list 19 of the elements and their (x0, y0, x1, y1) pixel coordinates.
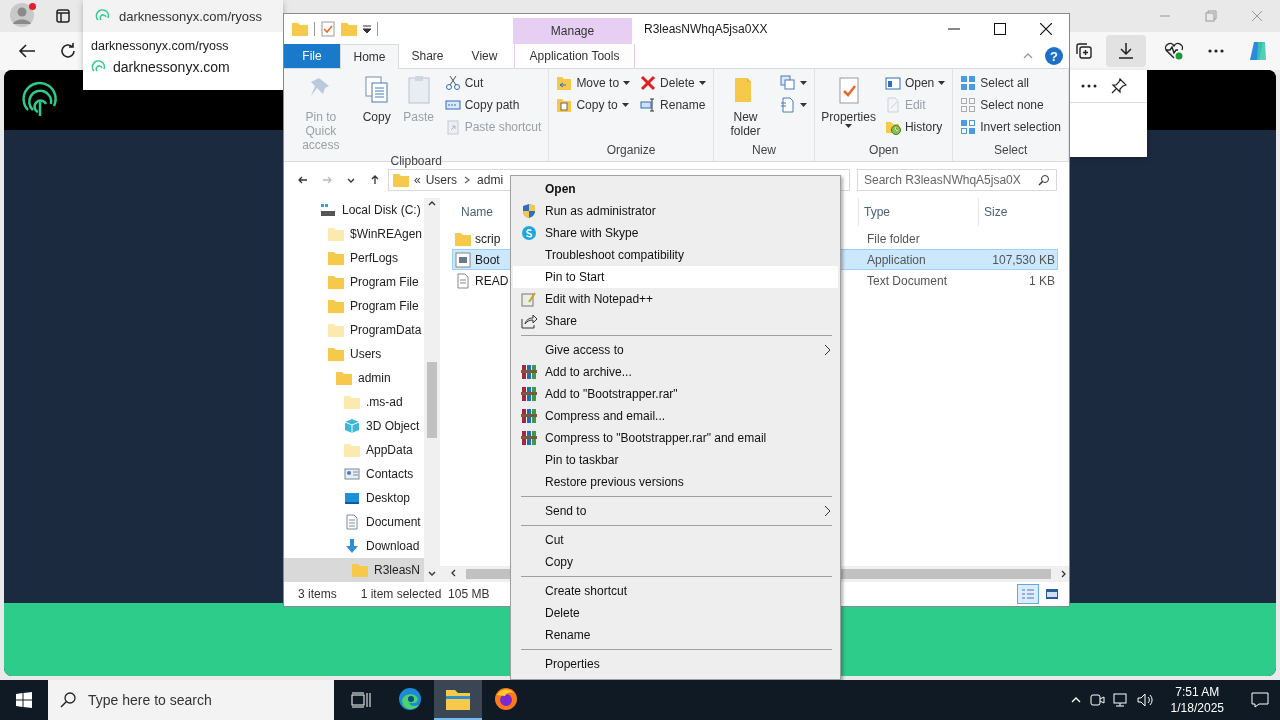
file-size: 1 KB (1028, 273, 1056, 288)
ribbon-group-label: New (750, 143, 777, 159)
url-text: darknessonyx.com/ryoss (90, 38, 230, 53)
site-name: darknessonyx.com (113, 59, 230, 75)
file-type: Text Document (866, 273, 949, 288)
file-name: scrip (475, 231, 501, 246)
file-size: 107,530 KB (991, 252, 1056, 267)
item-count: 3 items (298, 587, 337, 601)
window-title: R3leasNWhqA5jsa0XX (644, 22, 768, 36)
file-name: Boot (475, 252, 500, 267)
ribbon-group-label: Organize (605, 143, 657, 159)
selection-info: 1 item selected 105 MB (360, 587, 490, 601)
file-type: File folder (866, 231, 921, 246)
file-type: Application (866, 252, 927, 267)
contextual-tab-header: Manage (513, 18, 632, 44)
ribbon-group-label: Open (868, 143, 900, 159)
file-name: READ (475, 273, 509, 288)
ribbon-group-label: Clipboard (389, 154, 443, 168)
ribbon-group-label: Select (992, 143, 1029, 159)
